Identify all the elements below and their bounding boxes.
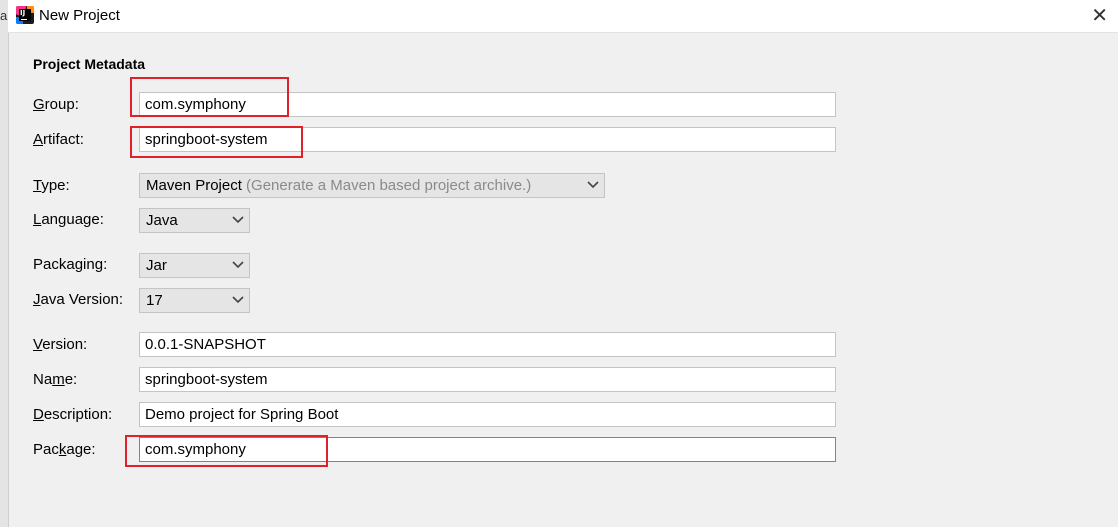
java-version-select[interactable]: 17: [139, 288, 250, 313]
type-select[interactable]: Maven Project (Generate a Maven based pr…: [139, 173, 605, 198]
description-label: Description:: [33, 406, 113, 423]
name-field[interactable]: [139, 367, 836, 392]
java-version-label: Java Version:: [33, 291, 124, 308]
chevron-down-icon: [232, 296, 244, 304]
background-window-edge: a: [0, 0, 9, 527]
artifact-label: Artifact:: [33, 131, 84, 148]
group-highlight-box: [130, 77, 289, 117]
packaging-select-value: Jar: [146, 257, 167, 274]
name-label: Name:: [33, 371, 78, 388]
package-label: Package:: [33, 441, 96, 458]
packaging-select[interactable]: Jar: [139, 253, 250, 278]
intellij-idea-icon: IJ: [16, 6, 34, 24]
chevron-down-icon: [232, 261, 244, 269]
type-label: Type:: [33, 177, 70, 194]
chevron-down-icon: [232, 216, 244, 224]
title-bar: IJ New Project ✕: [8, 0, 1118, 33]
background-window-text: a: [0, 8, 8, 23]
group-label: Group:: [33, 96, 79, 113]
close-icon[interactable]: ✕: [1091, 3, 1108, 28]
chevron-down-icon: [587, 181, 599, 189]
version-label: Version:: [33, 336, 88, 353]
description-field[interactable]: [139, 402, 836, 427]
language-label: Language:: [33, 211, 104, 228]
section-title: Project Metadata: [33, 56, 146, 72]
type-select-hint: (Generate a Maven based project archive.…: [246, 177, 532, 194]
version-field[interactable]: [139, 332, 836, 357]
artifact-highlight-box: [130, 126, 303, 158]
language-select-value: Java: [146, 212, 178, 229]
window-title: New Project: [39, 7, 120, 24]
language-select[interactable]: Java: [139, 208, 250, 233]
packaging-label: Packaging:: [33, 256, 108, 273]
package-highlight-box: [125, 435, 328, 467]
type-select-value: Maven Project: [146, 177, 242, 194]
java-version-select-value: 17: [146, 292, 163, 309]
